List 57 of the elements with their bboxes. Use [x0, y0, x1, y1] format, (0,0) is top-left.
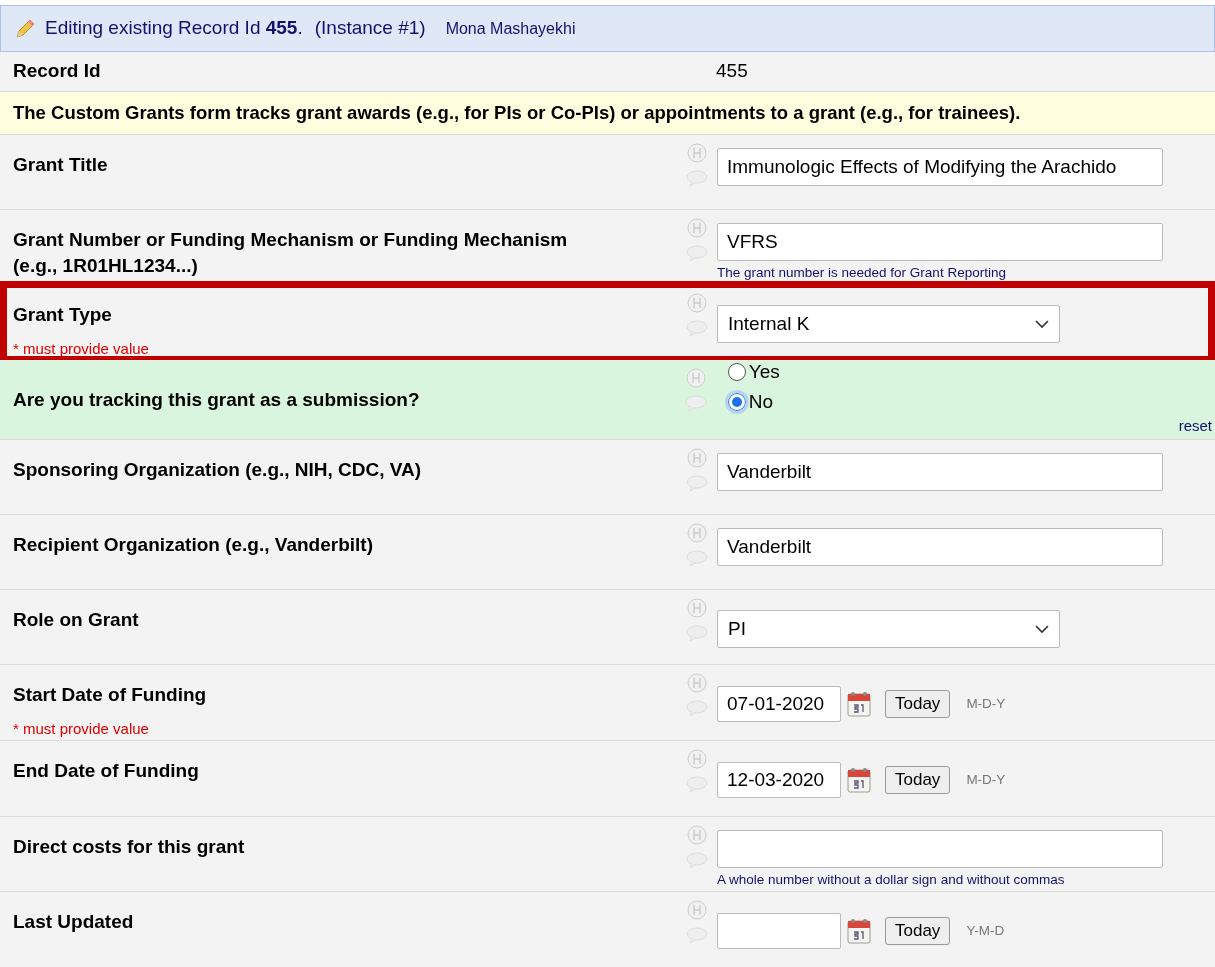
field-label: Role on Grant: [13, 608, 140, 632]
calendar-icon[interactable]: [847, 918, 871, 944]
field-label: Grant Number or Funding Mechanism or Funding Mechanism (e.g., 1R01HL1234...): [13, 228, 569, 278]
required-note: * must provide value: [13, 339, 150, 359]
dropdown[interactable]: Internal K: [717, 305, 1060, 343]
dropdown[interactable]: PI: [717, 610, 1060, 648]
field-label: Grant Type: [13, 303, 113, 327]
reset-link[interactable]: reset: [1178, 414, 1212, 437]
field-label: Direct costs for this grant: [13, 835, 246, 859]
instance-label: (Instance #1): [314, 16, 426, 41]
field-label: End Date of Funding: [13, 759, 200, 783]
text-field[interactable]: VFRS: [717, 223, 1163, 261]
today-button[interactable]: Today: [885, 690, 951, 718]
history-icon[interactable]: [687, 143, 707, 163]
date-format: M-D-Y: [966, 694, 1006, 713]
field-label: Last Updated: [13, 910, 135, 934]
radio-option[interactable]: Yes: [727, 360, 1215, 384]
chevron-down-icon: [1035, 624, 1049, 634]
chevron-down-icon: [1035, 319, 1049, 329]
history-icon[interactable]: [687, 293, 707, 313]
radio-option[interactable]: No: [727, 390, 1215, 414]
history-icon[interactable]: [687, 825, 707, 845]
history-icon[interactable]: [687, 523, 707, 543]
text-field[interactable]: [717, 830, 1163, 868]
text-field[interactable]: Immunologic Effects of Modifying the Arachido: [717, 148, 1163, 186]
history-icon[interactable]: [687, 218, 707, 238]
field-label: Start Date of Funding: [13, 683, 208, 707]
date-field[interactable]: 07-01-2020: [717, 686, 841, 722]
history-icon[interactable]: [687, 598, 707, 618]
date-field[interactable]: [717, 913, 841, 949]
history-icon[interactable]: [685, 368, 706, 388]
date-format: Y-M-D: [966, 921, 1005, 940]
history-icon[interactable]: [687, 673, 707, 693]
comment-icon[interactable]: [684, 394, 707, 412]
today-button[interactable]: Today: [885, 917, 951, 945]
history-icon[interactable]: [687, 749, 707, 769]
field-label: Recipient Organization (e.g., Vanderbilt): [13, 533, 374, 557]
today-button[interactable]: Today: [885, 766, 951, 794]
field-label: Sponsoring Organization (e.g., NIH, CDC, VA): [13, 458, 423, 482]
history-icon[interactable]: [687, 900, 707, 920]
text-field[interactable]: Vanderbilt: [717, 528, 1163, 566]
user-name: Mona Mashayekhi: [445, 18, 576, 39]
header-title: Editing existing Record Id 455.: [45, 16, 303, 41]
field-hint: The grant number is needed for Grant Reporting: [717, 264, 1007, 282]
record-id-value: 455: [715, 59, 748, 84]
field-label: Record Id: [12, 59, 102, 84]
calendar-icon[interactable]: [847, 767, 871, 793]
field-label: Grant Title: [13, 153, 109, 177]
required-note: * must provide value: [13, 719, 150, 739]
history-icon[interactable]: [687, 448, 707, 468]
field-hint: A whole number without a dollar sign and without commas: [717, 871, 1066, 889]
field-label: Are you tracking this grant as a submission?: [13, 387, 421, 412]
calendar-icon[interactable]: [847, 691, 871, 717]
date-format: M-D-Y: [966, 770, 1006, 789]
form-description: The Custom Grants form tracks grant awards (e.g., for PIs or Co-PIs) or appointments to a grant (e.g., for trainees).: [0, 92, 1215, 135]
date-field[interactable]: 12-03-2020: [717, 762, 841, 798]
text-field[interactable]: Vanderbilt: [717, 453, 1163, 491]
